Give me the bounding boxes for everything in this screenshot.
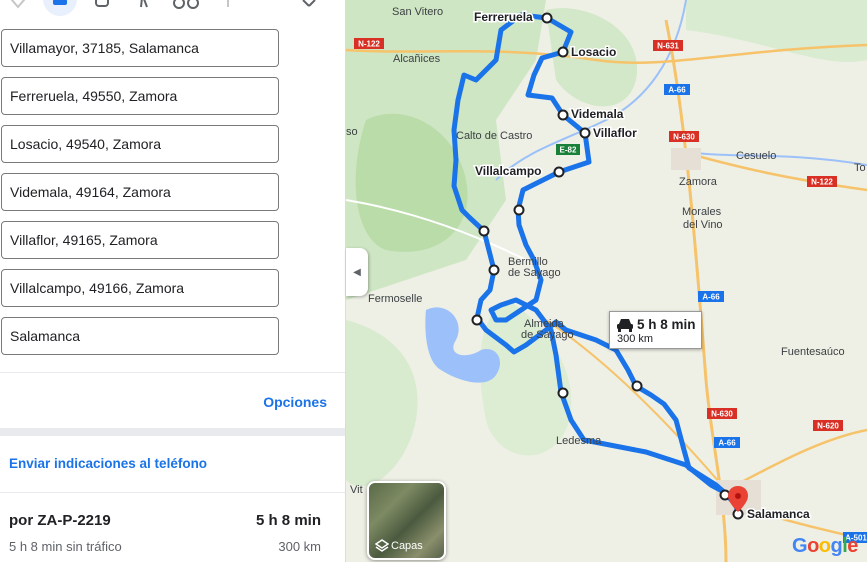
place-label-videmala[interactable]: Videmala: [570, 106, 626, 123]
tooltip-time: 5 h 8 min: [637, 317, 696, 332]
road-label: N-630: [711, 410, 733, 419]
tooltip-distance: 300 km: [617, 333, 654, 345]
road-label: E-82: [560, 146, 577, 155]
layers-button[interactable]: Capas: [367, 481, 446, 560]
road-label: N-620: [817, 422, 839, 431]
google-logo: Google: [792, 535, 858, 558]
place-label-losacio[interactable]: Losacio: [570, 44, 618, 61]
stop-field-1[interactable]: Ferreruela, 49550, Zamora: [1, 77, 279, 115]
divider: [0, 372, 345, 373]
directions-panel: Villamayor, 37185, Salamanca Ferreruela,…: [0, 0, 346, 562]
waypoint[interactable]: [488, 264, 500, 276]
route-traffic-note: 5 h 8 min sin tráfico: [9, 539, 122, 554]
road-label: A-66: [668, 86, 686, 95]
logo-letter: G: [792, 535, 808, 557]
send-to-phone-link[interactable]: Enviar indicaciones al teléfono: [9, 456, 207, 471]
travel-mode-bar: [0, 0, 345, 16]
road-label: N-122: [358, 40, 380, 49]
place-label-villaflor[interactable]: Villaflor: [592, 125, 639, 142]
logo-letter: g: [830, 535, 843, 557]
place-label: San Vitero: [392, 6, 443, 18]
place-label: Fuentesaúco: [781, 346, 845, 358]
place-label-villalcampo[interactable]: Villalcampo: [474, 163, 543, 180]
urban-area: [671, 148, 701, 170]
car-icon: [617, 319, 633, 332]
layers-label: Capas: [391, 540, 423, 552]
place-label: Fermoselle: [368, 293, 422, 305]
origin-field[interactable]: Villamayor, 37185, Salamanca: [1, 29, 279, 67]
place-label: de Sayago: [508, 267, 561, 279]
close-icon[interactable]: [295, 0, 323, 14]
waypoint-villalcampo[interactable]: [553, 166, 565, 178]
waypoint[interactable]: [471, 314, 483, 326]
waypoint[interactable]: [478, 225, 490, 237]
collapse-panel-button[interactable]: ◀: [346, 248, 368, 296]
place-label: Ledesma: [556, 435, 602, 447]
road-label: N-630: [673, 133, 695, 142]
walking-mode-icon[interactable]: [130, 0, 158, 14]
waypoint-ferreruela[interactable]: [541, 12, 553, 24]
place-label: Cesuelo: [736, 150, 776, 162]
road-label: A-66: [718, 439, 736, 448]
pin-center: [735, 493, 741, 499]
route-name[interactable]: por ZA-P-2219: [9, 512, 111, 529]
divider: [0, 492, 345, 493]
stop-field-4[interactable]: Villaflor, 49165, Zamora: [1, 221, 279, 259]
place-label: so: [346, 126, 358, 138]
place-label: Vit: [350, 484, 363, 496]
waypoint-villaflor[interactable]: [579, 127, 591, 139]
waypoint[interactable]: [513, 204, 525, 216]
place-label: To: [854, 162, 866, 174]
route-distance: 300 km: [278, 539, 321, 554]
layers-icon: [375, 539, 389, 552]
place-label-salamanca[interactable]: Salamanca: [746, 506, 812, 523]
transit-mode-icon[interactable]: [88, 0, 116, 14]
place-label: de Sayago: [521, 329, 574, 341]
waypoint-videmala[interactable]: [557, 109, 569, 121]
map-canvas[interactable]: N-122 N-631 A-66 N-630 E-82 N-122 A-66 N…: [346, 0, 867, 562]
flight-mode-icon[interactable]: [214, 0, 242, 14]
logo-letter: o: [818, 535, 831, 557]
road-label: A-66: [702, 293, 720, 302]
stop-field-3[interactable]: Videmala, 49164, Zamora: [1, 173, 279, 211]
section-divider: [0, 428, 345, 436]
waypoint[interactable]: [557, 387, 569, 399]
logo-letter: e: [847, 535, 858, 557]
map-svg: N-122 N-631 A-66 N-630 E-82 N-122 A-66 N…: [346, 0, 867, 562]
road-label: N-631: [657, 42, 679, 51]
place-label: del Vino: [683, 219, 723, 231]
bicycle-mode-icon[interactable]: [172, 0, 200, 14]
waypoint-losacio[interactable]: [557, 46, 569, 58]
destination-field[interactable]: Salamanca: [1, 317, 279, 355]
stop-field-2[interactable]: Losacio, 49540, Zamora: [1, 125, 279, 163]
route-time: 5 h 8 min: [255, 512, 321, 529]
place-label: Morales: [682, 206, 722, 218]
place-label-ferreruela[interactable]: Ferreruela: [473, 9, 535, 26]
options-button[interactable]: Opciones: [263, 394, 327, 410]
chevron-left-icon: ◀: [353, 266, 361, 278]
logo-letter: o: [807, 535, 819, 557]
best-mode-icon[interactable]: [4, 0, 32, 14]
road-label: N-122: [811, 178, 833, 187]
place-label: Calto de Castro: [456, 130, 532, 142]
car-mode-icon[interactable]: [43, 0, 77, 16]
waypoint[interactable]: [631, 380, 643, 392]
place-label: Zamora: [679, 176, 718, 188]
place-label: Alcañices: [393, 53, 441, 65]
route-tooltip[interactable]: 5 h 8 min 300 km: [609, 311, 702, 349]
stop-field-5[interactable]: Villalcampo, 49166, Zamora: [1, 269, 279, 307]
